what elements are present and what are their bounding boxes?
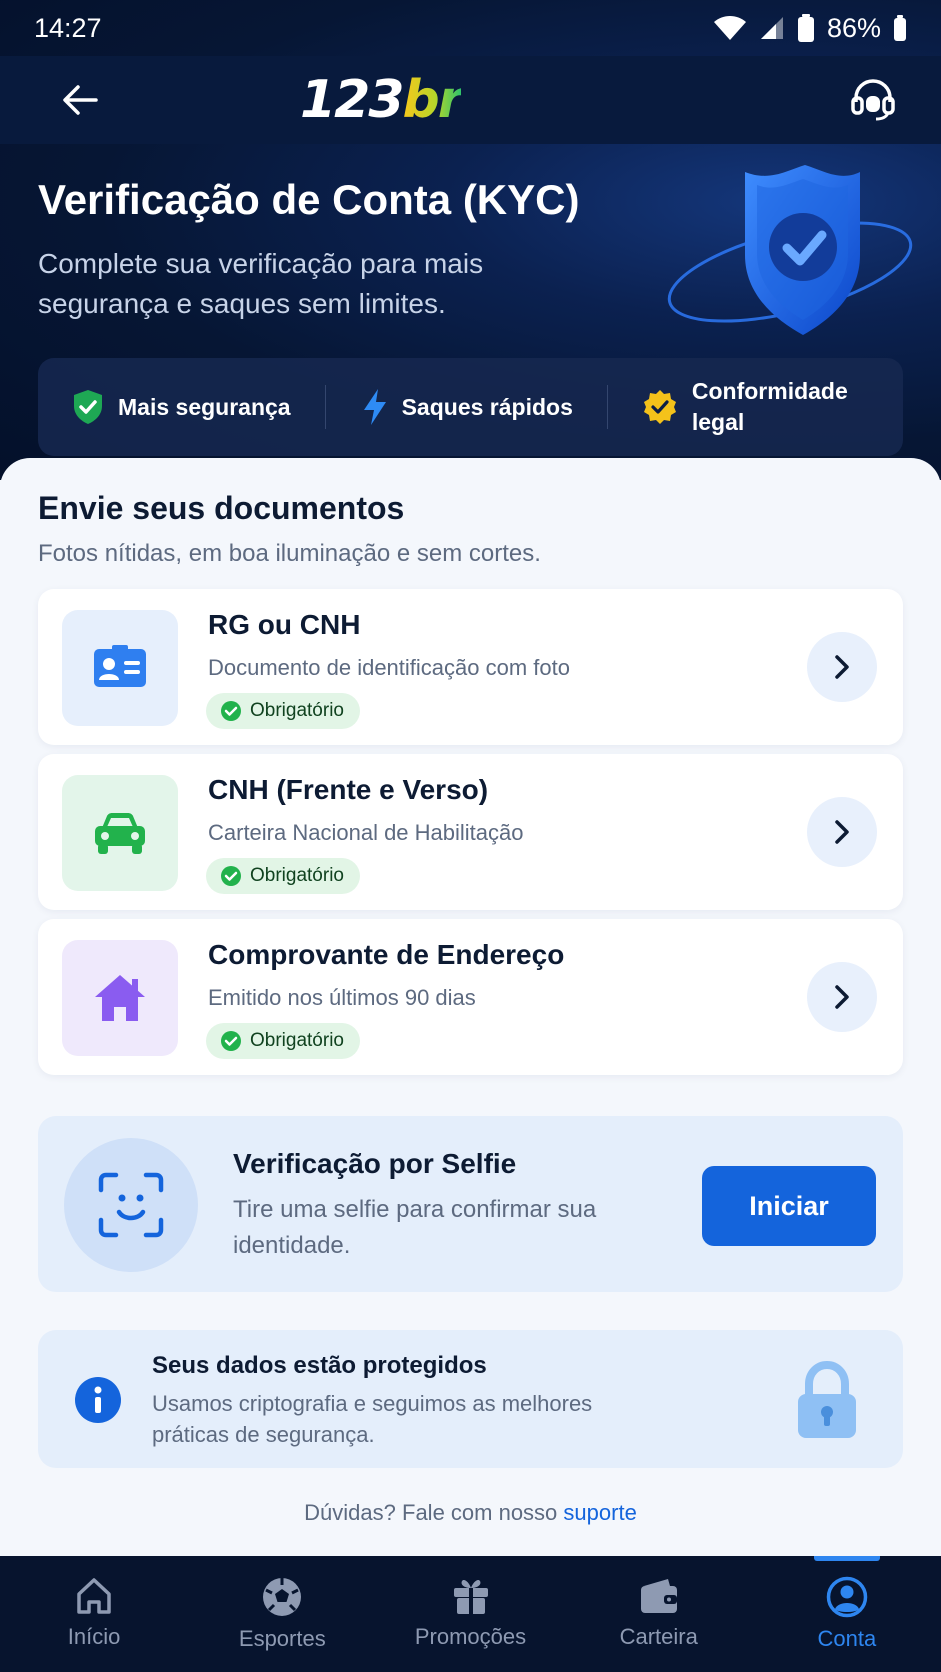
selfie-verification-card: Verificação por Selfie Tire uma selfie p…	[38, 1116, 903, 1292]
feature-compliance: Conformidade legal	[642, 376, 852, 438]
documents-section-title: Envie seus documentos	[38, 490, 405, 526]
protection-title: Seus dados estão protegidos	[152, 1352, 487, 1379]
feature-divider	[606, 385, 608, 429]
back-button[interactable]	[52, 72, 108, 128]
selfie-title: Verificação por Selfie	[233, 1148, 517, 1179]
wallet-icon	[640, 1579, 677, 1613]
status-icons: 86%	[713, 13, 907, 44]
feature-bar: Mais segurança Saques rápidos Conformida…	[38, 358, 903, 456]
app-bar: 123br	[0, 56, 941, 144]
document-card-cnh[interactable]: CNH (Frente e Verso) Carteira Nacional d…	[38, 754, 903, 910]
document-title: CNH (Frente e Verso)	[208, 774, 489, 805]
open-document-button[interactable]	[807, 632, 877, 702]
arrow-left-icon	[63, 85, 98, 115]
active-tab-indicator	[813, 1556, 880, 1561]
data-protection-card: Seus dados estão protegidos Usamos cript…	[38, 1330, 903, 1468]
feature-divider	[324, 385, 326, 429]
shield-check-illustration-icon	[667, 165, 913, 335]
protection-description: Usamos criptografia e seguimos as melhor…	[152, 1391, 593, 1447]
document-title: RG ou CNH	[208, 609, 361, 640]
page-subtitle: Complete sua verificação para mais segur…	[38, 248, 484, 319]
support-button[interactable]	[845, 72, 901, 128]
check-circle-icon	[221, 1031, 241, 1051]
shield-illustration	[660, 160, 920, 350]
house-icon	[95, 975, 145, 1021]
selfie-icon-circle	[64, 1138, 198, 1272]
user-circle-icon	[826, 1576, 868, 1618]
lock-icon	[798, 1360, 856, 1438]
feature-fast-withdrawal: Saques rápidos	[362, 388, 573, 426]
gift-icon	[453, 1579, 488, 1614]
help-line: Dúvidas? Fale com nosso suporte	[0, 1500, 941, 1526]
id-card-icon	[94, 645, 146, 687]
status-bar: 14:27 86%	[0, 0, 941, 56]
bottom-navigation: Início Esportes Promoções Carteira Conta	[0, 1556, 941, 1672]
chevron-right-icon	[835, 985, 849, 1009]
documents-section-subtitle: Fotos nítidas, em boa iluminação e sem c…	[38, 540, 541, 567]
doc-icon-tile	[62, 940, 178, 1056]
headset-icon	[851, 79, 895, 121]
open-document-button[interactable]	[807, 797, 877, 867]
status-time: 14:27	[34, 12, 102, 43]
nav-item-conta[interactable]: Conta	[753, 1556, 941, 1672]
support-link[interactable]: suporte	[563, 1500, 636, 1525]
document-card-rg-cnh[interactable]: RG ou CNH Documento de identificação com…	[38, 589, 903, 745]
selfie-description: Tire uma selfie para confirmar sua ident…	[233, 1196, 597, 1259]
shield-check-icon	[74, 390, 102, 424]
check-circle-icon	[221, 701, 241, 721]
open-document-button[interactable]	[807, 962, 877, 1032]
required-badge: Obrigatório	[206, 693, 360, 729]
face-scan-icon	[98, 1172, 164, 1238]
info-icon	[75, 1377, 121, 1423]
car-icon	[95, 813, 145, 854]
required-badge: Obrigatório	[206, 1023, 360, 1059]
help-text: Dúvidas? Fale com nosso	[304, 1500, 558, 1525]
nav-item-esportes[interactable]: Esportes	[188, 1556, 376, 1672]
nav-item-carteira[interactable]: Carteira	[565, 1556, 753, 1672]
signal-icon	[760, 17, 783, 39]
required-badge: Obrigatório	[206, 858, 360, 894]
document-card-address-proof[interactable]: Comprovante de Endereço Emitido nos últi…	[38, 919, 903, 1075]
brand-logo: 123br	[300, 70, 463, 130]
document-description: Documento de identificação com foto	[208, 655, 570, 680]
document-description: Carteira Nacional de Habilitação	[208, 820, 524, 845]
page-title: Verificação de Conta (KYC)	[38, 176, 580, 223]
battery-outline-icon	[894, 15, 906, 41]
wifi-icon	[713, 16, 746, 40]
document-title: Comprovante de Endereço	[208, 939, 565, 970]
check-circle-icon	[221, 866, 241, 886]
battery-icon	[797, 14, 814, 42]
lightning-icon	[363, 389, 386, 425]
document-description: Emitido nos últimos 90 dias	[208, 985, 476, 1010]
feature-security: Mais segurança	[72, 389, 291, 425]
nav-item-inicio[interactable]: Início	[0, 1556, 188, 1672]
chevron-right-icon	[835, 655, 849, 679]
doc-icon-tile	[62, 775, 178, 891]
nav-item-promocoes[interactable]: Promoções	[376, 1556, 564, 1672]
home-icon	[77, 1578, 111, 1614]
verified-badge-icon	[643, 390, 676, 424]
soccer-ball-icon	[263, 1578, 302, 1616]
doc-icon-tile	[62, 610, 178, 726]
battery-percent: 86%	[826, 12, 881, 43]
start-selfie-button[interactable]: Iniciar	[702, 1166, 876, 1246]
chevron-right-icon	[835, 820, 849, 844]
